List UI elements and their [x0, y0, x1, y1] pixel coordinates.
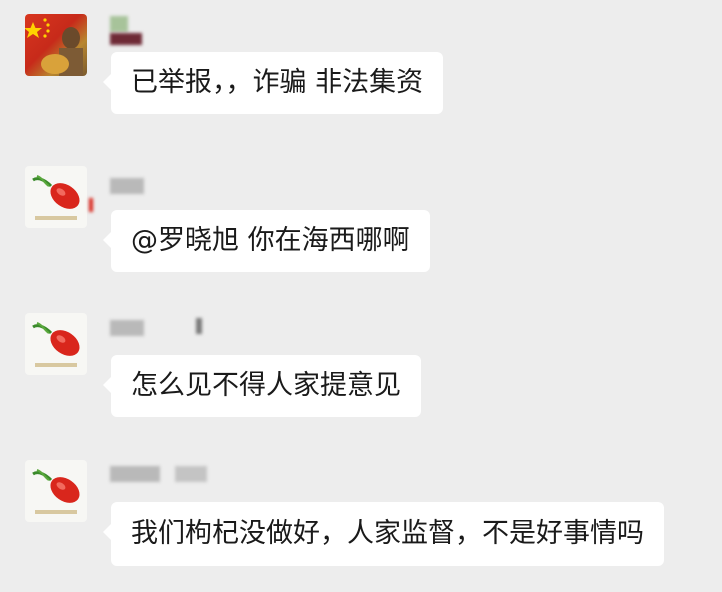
sender-name-blurred: [110, 178, 144, 194]
chat-screen: { "chat": { "messages": [ { "avatar": "f…: [0, 0, 722, 592]
goji-logo-avatar[interactable]: [25, 166, 87, 228]
flag-avatar[interactable]: [25, 14, 87, 76]
goji-berry-icon: [32, 322, 80, 367]
sender-name-blurred: [110, 466, 160, 482]
sender-name-blurred: [89, 198, 93, 212]
message-bubble[interactable]: 怎么见不得人家提意见: [103, 355, 421, 417]
goji-logo-avatar[interactable]: [25, 460, 87, 522]
sender-name-blurred: [110, 33, 142, 45]
message-text: @罗晓旭 你在海西哪啊: [131, 225, 410, 256]
message-bubble[interactable]: 我们枸杞没做好，人家监督，不是好事情吗: [103, 502, 664, 566]
message-bubble[interactable]: @罗晓旭 你在海西哪啊: [103, 210, 430, 272]
sender-name-blurred: [110, 16, 128, 32]
message-text: 我们枸杞没做好，人家监督，不是好事情吗: [131, 518, 644, 549]
sender-name-blurred: [196, 318, 202, 334]
message-bubble[interactable]: 已举报，，诈骗 非法集资: [102, 52, 444, 114]
sender-name-blurred: [175, 466, 207, 482]
flag-avatar-icon: [25, 18, 83, 76]
sender-name-blurred: [110, 320, 144, 336]
message-text: 已举报，，诈骗 非法集资: [131, 67, 424, 98]
goji-berry-icon: [32, 469, 80, 514]
goji-logo-avatar[interactable]: [25, 313, 87, 375]
goji-berry-icon: [32, 175, 80, 220]
message-text: 怎么见不得人家提意见: [131, 370, 401, 401]
